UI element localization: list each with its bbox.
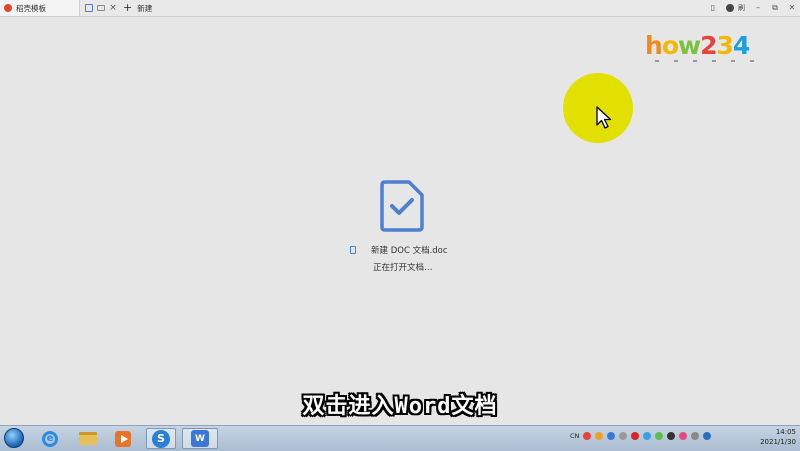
minimize-icon[interactable]: – — [754, 4, 762, 12]
tab-bar: 稻壳模板 × + 新建 ▯ 刷 – ⧉ ✕ — [0, 0, 800, 17]
clock-date: 2021/1/30 — [760, 438, 796, 446]
sogou-browser-button[interactable]: S — [146, 428, 176, 449]
tab-new-label: 新建 — [137, 3, 153, 13]
input-language[interactable]: CN — [570, 432, 579, 440]
watermark-letter: 4 — [732, 31, 750, 60]
flag-icon[interactable] — [691, 432, 700, 440]
file-icon — [350, 246, 356, 254]
wechat-icon[interactable] — [655, 432, 664, 440]
qq-icon[interactable] — [667, 432, 676, 440]
document-icon — [85, 4, 93, 12]
watermark-dots — [655, 60, 775, 62]
record-icon[interactable] — [631, 432, 640, 440]
watermark-letters: how234 — [645, 33, 775, 59]
tab-template-label: 稻壳模板 — [16, 3, 46, 13]
tab-new[interactable]: + 新建 — [123, 0, 163, 16]
system-clock[interactable]: 14:05 2021/1/30 — [760, 427, 796, 447]
tray-misc-icon[interactable] — [679, 432, 688, 440]
internet-explorer-icon: e — [42, 430, 58, 447]
watermark-letter: w — [678, 31, 701, 60]
sogou-icon: S — [152, 429, 170, 448]
wps-office-button[interactable]: W — [182, 428, 218, 449]
window-controls: ▯ 刷 – ⧉ ✕ — [709, 0, 796, 16]
system-tray: CN — [570, 432, 712, 440]
user-label: 刷 — [738, 4, 745, 12]
close-window-icon[interactable]: ✕ — [788, 4, 796, 12]
help-icon[interactable] — [607, 432, 616, 440]
video-subtitle: 双击进入Word文档 — [302, 394, 498, 419]
tab-template[interactable]: 稻壳模板 — [0, 0, 80, 16]
avatar[interactable] — [726, 4, 734, 12]
internet-explorer-button[interactable]: e — [37, 428, 63, 449]
watermark-letter: 2 — [700, 31, 717, 60]
document-check-icon — [380, 180, 424, 232]
sogou-input-icon[interactable] — [583, 432, 592, 440]
folder-icon — [79, 432, 97, 445]
media-player-button[interactable] — [110, 428, 136, 449]
watermark-letter: o — [661, 31, 679, 60]
mouse-cursor-icon — [596, 106, 612, 129]
network-icon[interactable] — [703, 432, 712, 440]
media-player-icon — [115, 430, 131, 447]
plus-icon[interactable]: + — [123, 2, 132, 13]
close-tab-icon[interactable]: × — [109, 4, 117, 13]
docer-logo-icon — [4, 4, 12, 12]
file-name-row: 新建 DOC 文档.doc — [350, 244, 448, 256]
monitor-icon — [97, 5, 105, 11]
restore-icon[interactable]: ⧉ — [771, 4, 779, 12]
windows-start-icon — [4, 428, 24, 448]
wps-icon: W — [191, 430, 209, 447]
file-name: 新建 DOC 文档.doc — [371, 246, 448, 256]
watermark-letter: h — [645, 31, 663, 60]
tray-app-icon[interactable] — [595, 432, 604, 440]
loading-status: 正在打开文档… — [373, 263, 433, 273]
watermark-logo: how234 — [645, 33, 775, 65]
layout-icon[interactable]: ▯ — [709, 4, 717, 12]
file-explorer-button[interactable] — [75, 428, 101, 449]
start-button[interactable] — [1, 427, 27, 450]
tab-current-doc[interactable]: × — [85, 0, 125, 16]
clock-time: 14:05 — [775, 428, 796, 436]
network-app-icon[interactable] — [643, 432, 652, 440]
taskbar: e S W CN 14:05 2021/1/30 — [0, 425, 800, 451]
keyboard-icon[interactable] — [619, 432, 628, 440]
watermark-letter: 3 — [716, 31, 734, 60]
